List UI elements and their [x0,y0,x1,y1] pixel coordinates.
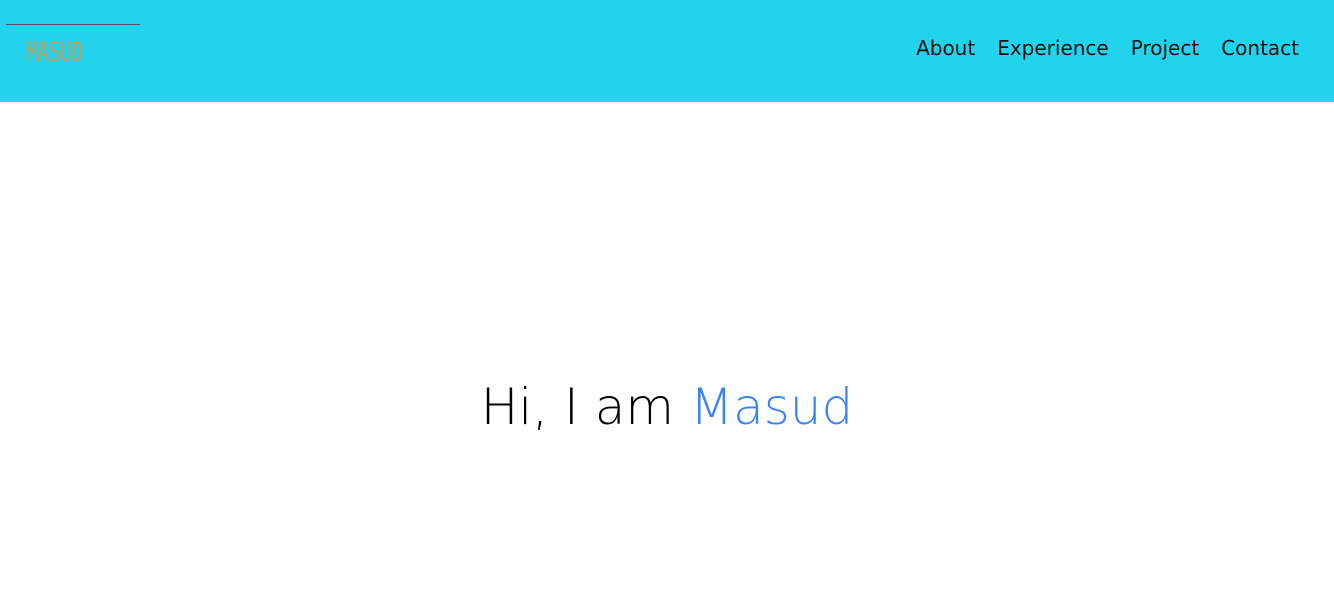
logo[interactable]: MASUD [6,24,140,74]
hero-heading: Hi, I am Masud [0,372,1334,442]
nav-experience[interactable]: Experience [997,33,1109,63]
hero-name: Masud [689,378,854,436]
main-nav: About Experience Project Contact [916,33,1299,63]
site-header: MASUD About Experience Project Contact [0,0,1334,102]
logo-divider-line [6,24,140,25]
nav-contact[interactable]: Contact [1221,33,1299,63]
logo-text: MASUD [26,35,84,68]
nav-project[interactable]: Project [1131,33,1199,63]
nav-about[interactable]: About [916,33,975,63]
hero-greeting: Hi, I am [480,378,690,436]
